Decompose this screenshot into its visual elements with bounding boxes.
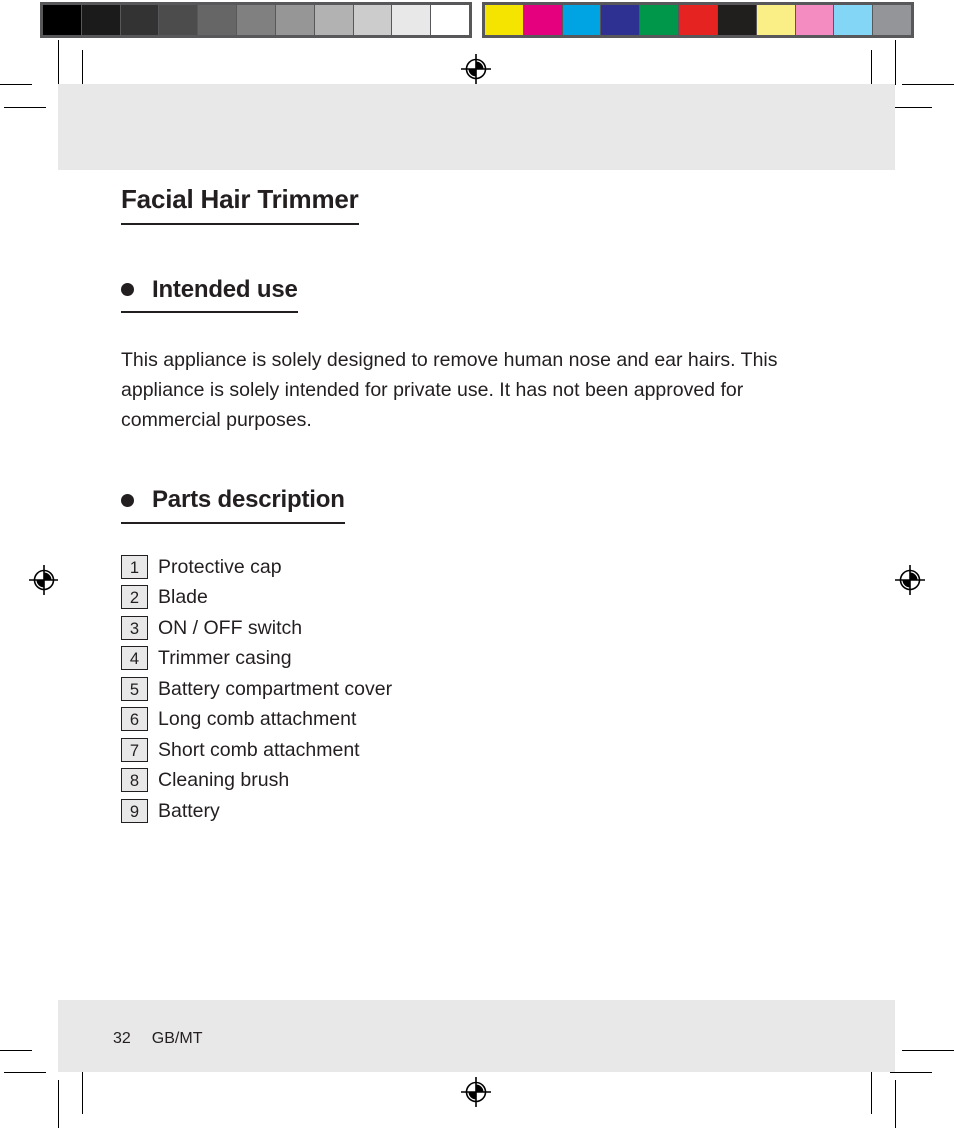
part-number-badge: 9 <box>121 798 148 823</box>
part-number-badge: 7 <box>121 737 148 762</box>
color-control-patches <box>482 2 914 38</box>
part-number-badge: 4 <box>121 646 148 671</box>
color-swatch-1 <box>523 5 562 35</box>
gray-swatch-2 <box>120 5 159 35</box>
gray-swatch-5 <box>237 5 275 35</box>
registration-target-bottom-icon <box>461 1077 491 1107</box>
color-swatch-9 <box>834 5 873 35</box>
color-swatch-2 <box>562 5 601 35</box>
gray-swatch-7 <box>314 5 353 35</box>
page-title: Facial Hair Trimmer <box>121 185 359 226</box>
part-label: Short comb attachment <box>158 738 360 761</box>
bullet-icon <box>121 283 134 297</box>
color-swatch-5 <box>679 5 717 35</box>
color-swatch-0 <box>485 5 523 35</box>
scanner-calibration-strip <box>0 0 954 40</box>
color-swatch-10 <box>873 5 911 35</box>
color-swatch-4 <box>640 5 679 35</box>
list-item: 4 Trimmer casing <box>121 643 841 674</box>
section-intended-use: Intended use This appliance is solely de… <box>121 277 841 435</box>
list-item: 2 Blade <box>121 582 841 613</box>
page-number: 32 <box>113 1030 131 1047</box>
language-code: GB/MT <box>151 1030 203 1047</box>
part-number-badge: 3 <box>121 615 148 640</box>
part-number-badge: 8 <box>121 768 148 793</box>
page-content: Facial Hair Trimmer Intended use This ap… <box>121 185 841 842</box>
bullet-icon <box>121 493 134 507</box>
part-number-badge: 5 <box>121 676 148 701</box>
gray-swatch-6 <box>275 5 314 35</box>
part-number-badge: 6 <box>121 707 148 732</box>
registration-target-top-icon <box>461 54 491 84</box>
page-header-band <box>58 84 895 170</box>
part-label: Long comb attachment <box>158 708 357 731</box>
color-swatch-6 <box>717 5 756 35</box>
registration-target-left-icon <box>29 565 59 595</box>
part-label: Blade <box>158 586 208 609</box>
list-item: 7 Short comb attachment <box>121 735 841 766</box>
list-item: 5 Battery compartment cover <box>121 674 841 705</box>
gray-swatch-9 <box>392 5 431 35</box>
color-swatch-3 <box>601 5 640 35</box>
part-label: Battery <box>158 799 220 822</box>
gray-swatch-3 <box>159 5 198 35</box>
gray-swatch-1 <box>81 5 120 35</box>
section-heading-label: Intended use <box>152 276 298 304</box>
part-label: Cleaning brush <box>158 769 290 792</box>
section-parts-description: Parts description 1 Protective cap 2 Bla… <box>121 487 841 826</box>
list-item: 8 Cleaning brush <box>121 765 841 796</box>
list-item: 1 Protective cap <box>121 552 841 583</box>
gray-swatch-4 <box>198 5 237 35</box>
paragraph: This appliance is solely designed to rem… <box>121 349 778 432</box>
part-label: ON / OFF switch <box>158 616 303 639</box>
gray-swatch-0 <box>43 5 81 35</box>
section-heading-label: Parts description <box>152 486 345 514</box>
color-swatch-8 <box>795 5 834 35</box>
intended-use-body: This appliance is solely designed to rem… <box>121 345 841 435</box>
list-item: 3 ON / OFF switch <box>121 613 841 644</box>
list-item: 6 Long comb attachment <box>121 704 841 735</box>
color-swatch-7 <box>756 5 795 35</box>
part-label: Trimmer casing <box>158 647 292 670</box>
manual-page: Facial Hair Trimmer Intended use This ap… <box>58 84 895 1072</box>
parts-list: 1 Protective cap 2 Blade 3 ON / OFF swit… <box>121 552 841 827</box>
part-label: Protective cap <box>158 555 282 578</box>
part-number-badge: 1 <box>121 554 148 579</box>
grayscale-step-wedge <box>40 2 472 38</box>
gray-swatch-8 <box>353 5 392 35</box>
part-label: Battery compartment cover <box>158 677 393 700</box>
page-footer: 32 GB/MT <box>113 1030 202 1048</box>
registration-target-right-icon <box>895 565 925 595</box>
section-heading-parts-description: Parts description <box>121 486 345 524</box>
list-item: 9 Battery <box>121 796 841 827</box>
gray-swatch-10 <box>431 5 469 35</box>
section-heading-intended-use: Intended use <box>121 276 298 314</box>
page-footer-band: 32 GB/MT <box>58 1000 895 1072</box>
part-number-badge: 2 <box>121 585 148 610</box>
